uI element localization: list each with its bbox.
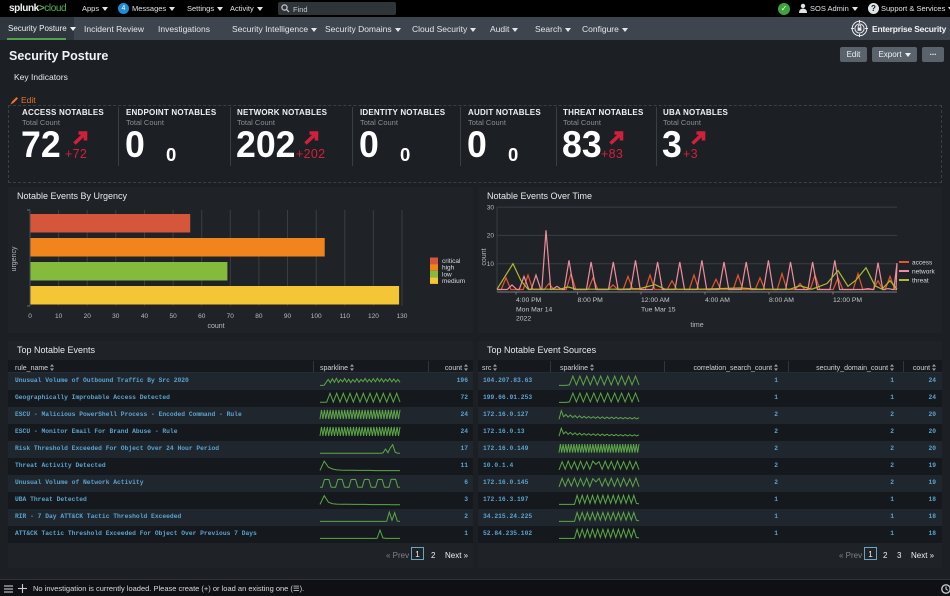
svg-text:60: 60: [198, 313, 206, 320]
svg-text:Tue Mar 15: Tue Mar 15: [641, 306, 676, 313]
svg-text:Mon Mar 14: Mon Mar 14: [516, 306, 552, 313]
svg-text:20: 20: [487, 233, 495, 240]
svg-text:20: 20: [84, 313, 92, 320]
svg-text:8:00 PM: 8:00 PM: [578, 297, 604, 304]
svg-text:110: 110: [340, 313, 351, 320]
svg-text:network: network: [912, 269, 936, 276]
svg-text:90: 90: [284, 313, 292, 320]
svg-text:130: 130: [397, 313, 408, 320]
svg-text:8:00 AM: 8:00 AM: [769, 297, 794, 304]
svg-text:30: 30: [487, 204, 495, 211]
svg-text:2022: 2022: [516, 316, 531, 323]
svg-text:30: 30: [112, 313, 120, 320]
svg-text:medium: medium: [442, 278, 465, 285]
svg-text:70: 70: [227, 313, 235, 320]
svg-text:80: 80: [255, 313, 263, 320]
svg-text:50: 50: [169, 313, 177, 320]
svg-text:access: access: [912, 260, 933, 267]
svg-text:4:00 AM: 4:00 AM: [705, 297, 730, 304]
svg-text:40: 40: [141, 313, 149, 320]
svg-text:120: 120: [368, 313, 379, 320]
svg-text:0: 0: [28, 313, 32, 320]
svg-text:time: time: [690, 322, 703, 329]
svg-text:12:00 AM: 12:00 AM: [641, 297, 670, 304]
svg-text:threat: threat: [912, 278, 929, 285]
svg-text:10: 10: [55, 313, 63, 320]
svg-text:4:00 PM: 4:00 PM: [516, 297, 542, 304]
svg-text:count: count: [481, 248, 488, 265]
svg-text:urgency: urgency: [11, 246, 18, 271]
svg-text:12:00 PM: 12:00 PM: [833, 297, 862, 304]
svg-text:100: 100: [311, 313, 322, 320]
svg-text:count: count: [207, 323, 224, 330]
